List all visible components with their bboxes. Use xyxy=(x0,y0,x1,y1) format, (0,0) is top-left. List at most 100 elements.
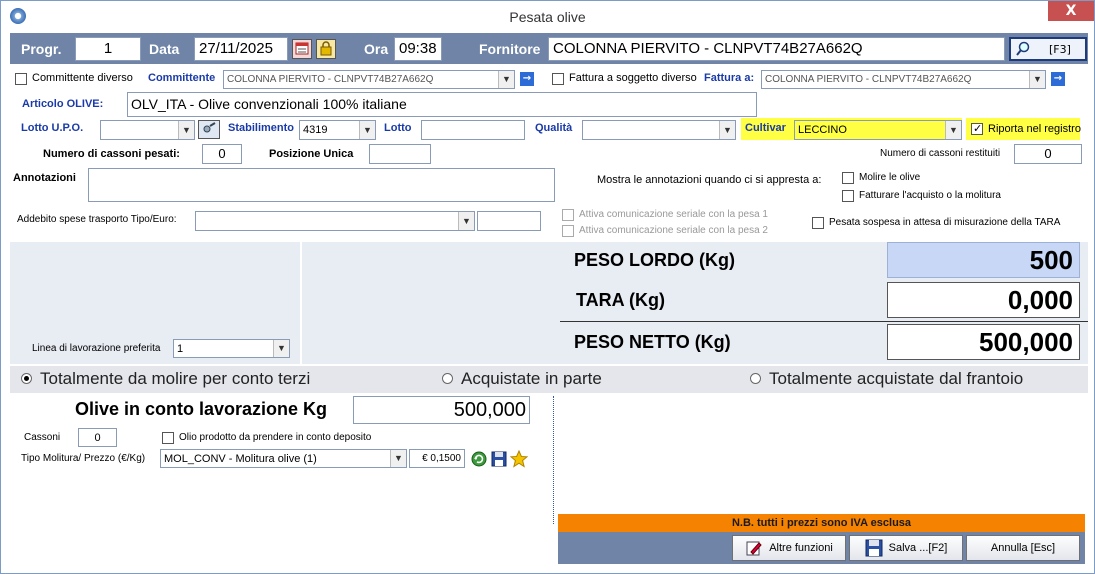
chevron-down-icon[interactable]: ▼ xyxy=(719,121,735,139)
cassoni-input[interactable]: 0 xyxy=(78,428,117,447)
prezzo-input[interactable]: € 0,1500 xyxy=(409,449,465,468)
posizione-unica-input[interactable] xyxy=(369,144,431,164)
chevron-down-icon[interactable]: ▼ xyxy=(273,340,289,357)
olio-deposito-checkbox[interactable] xyxy=(162,432,174,444)
chevron-down-icon[interactable]: ▼ xyxy=(1029,71,1045,88)
fattura-a-label: Fattura a: xyxy=(704,72,755,84)
iva-note-bar: N.B. tutti i prezzi sono IVA esclusa xyxy=(558,514,1085,532)
lock-icon[interactable] xyxy=(316,39,336,59)
close-button[interactable]: X xyxy=(1048,1,1094,21)
posizione-unica-label: Posizione Unica xyxy=(269,148,354,160)
peso-lordo-input[interactable]: 500 xyxy=(887,242,1080,278)
save-disk-icon[interactable] xyxy=(491,451,507,470)
center-grey-panel xyxy=(302,242,545,364)
chevron-down-icon[interactable]: ▼ xyxy=(945,121,961,139)
tara-input[interactable]: 0,000 xyxy=(887,282,1080,318)
progr-input[interactable]: 1 xyxy=(75,37,141,61)
tipo-molitura-value: MOL_CONV - Molitura olive (1) xyxy=(164,453,317,465)
radio-conto-terzi-label[interactable]: Totalmente da molire per conto terzi xyxy=(40,369,310,389)
linea-combo[interactable]: 1 ▼ xyxy=(173,339,290,358)
cassoni-restituiti-label: Numero di cassoni restituiti xyxy=(880,148,1001,159)
pesa1-checkbox[interactable] xyxy=(562,209,574,221)
addebito-euro-input[interactable] xyxy=(477,211,541,231)
mostra-annotazioni-label: Mostra le annotazioni quando ci si appre… xyxy=(597,174,822,186)
qualita-label: Qualità xyxy=(535,122,573,134)
addebito-label: Addebito spese trasporto Tipo/Euro: xyxy=(17,214,177,225)
lotto-upo-label: Lotto U.P.O. xyxy=(21,122,84,134)
star-icon[interactable] xyxy=(509,449,529,471)
fornitore-input[interactable]: COLONNA PIERVITO - CLNPVT74B27A662Q xyxy=(548,37,1005,61)
annulla-label: Annulla [Esc] xyxy=(990,542,1056,554)
cassoni-pesati-input[interactable]: 0 xyxy=(202,144,242,164)
ora-input[interactable]: 09:38 xyxy=(394,37,442,61)
radio-acquistate-parte-label[interactable]: Acquistate in parte xyxy=(461,369,602,389)
calendar-icon[interactable] xyxy=(292,39,312,59)
radio-acquistate-parte[interactable] xyxy=(442,373,453,384)
altre-funzioni-button[interactable]: Altre funzioni xyxy=(732,535,846,561)
fattura-a-combo[interactable]: COLONNA PIERVITO - CLNPVT74B27A662Q ▼ xyxy=(761,70,1046,89)
pesata-sospesa-checkbox[interactable] xyxy=(812,217,824,229)
chevron-down-icon[interactable]: ▼ xyxy=(359,121,375,139)
radio-acquistate-frantoio[interactable] xyxy=(750,373,761,384)
committente-diverso-label: Committente diverso xyxy=(32,72,133,84)
pesa2-checkbox[interactable] xyxy=(562,225,574,237)
search-fornitore-button[interactable]: [F3] xyxy=(1009,37,1087,61)
refresh-icon[interactable] xyxy=(471,451,487,470)
fattura-soggetto-checkbox[interactable] xyxy=(552,73,564,85)
committente-label: Committente xyxy=(148,72,216,84)
cultivar-combo[interactable]: LECCINO ▼ xyxy=(794,120,962,140)
radio-bar: Totalmente da molire per conto terzi Acq… xyxy=(10,366,1088,393)
pesata-sospesa-label: Pesata sospesa in attesa di misurazione … xyxy=(829,217,1061,228)
radio-acquistate-frantoio-label[interactable]: Totalmente acquistate dal frantoio xyxy=(769,369,1023,389)
annotazioni-label: Annotazioni xyxy=(13,172,76,184)
salva-label: Salva ...[F2] xyxy=(888,542,948,554)
chevron-down-icon[interactable]: ▼ xyxy=(178,121,194,139)
vertical-dotted-divider xyxy=(553,396,554,524)
lotto-upo-combo[interactable]: ▼ xyxy=(100,120,195,140)
qualita-combo[interactable]: ▼ xyxy=(582,120,736,140)
cassoni-restituiti-input[interactable]: 0 xyxy=(1014,144,1082,164)
olive-lavorazione-input[interactable]: 500,000 xyxy=(353,396,530,424)
lotto-upo-tool-icon[interactable] xyxy=(198,120,220,139)
stabilimento-label: Stabilimento xyxy=(228,122,295,134)
ora-label: Ora xyxy=(364,41,389,57)
articolo-input[interactable]: OLV_ITA - Olive convenzionali 100% itali… xyxy=(127,92,757,117)
salva-button[interactable]: Salva ...[F2] xyxy=(849,535,963,561)
altre-funzioni-label: Altre funzioni xyxy=(769,542,833,554)
linea-label: Linea di lavorazione preferita xyxy=(32,343,161,354)
chevron-down-icon[interactable]: ▼ xyxy=(458,212,474,230)
lotto-input[interactable] xyxy=(421,120,525,140)
cultivar-value: LECCINO xyxy=(798,124,847,136)
f3-label: [F3] xyxy=(1049,43,1071,56)
radio-conto-terzi[interactable] xyxy=(21,373,32,384)
data-input[interactable]: 27/11/2025 xyxy=(194,37,288,61)
olive-lavorazione-label: Olive in conto lavorazione Kg xyxy=(75,399,328,419)
linea-value: 1 xyxy=(177,343,184,355)
pesa2-label: Attiva comunicazione seriale con la pesa… xyxy=(579,225,768,236)
committente-diverso-checkbox[interactable] xyxy=(15,73,27,85)
chevron-down-icon[interactable]: ▼ xyxy=(390,450,406,467)
committente-combo[interactable]: COLONNA PIERVITO - CLNPVT74B27A662Q ▼ xyxy=(223,70,515,89)
addebito-tipo-combo[interactable]: ▼ xyxy=(195,211,475,231)
floppy-icon xyxy=(865,539,883,557)
riporta-registro-checkbox[interactable]: ✓ xyxy=(971,123,983,135)
committente-go-icon[interactable]: → xyxy=(520,72,534,86)
radio-selected-dot xyxy=(24,376,29,381)
fattura-soggetto-label: Fattura a soggetto diverso xyxy=(569,72,697,84)
cassoni-label: Cassoni xyxy=(24,432,61,443)
data-label: Data xyxy=(149,41,180,57)
tara-label: TARA (Kg) xyxy=(576,290,665,310)
fattura-a-go-icon[interactable]: → xyxy=(1051,72,1065,86)
stabilimento-combo[interactable]: 4319 ▼ xyxy=(299,120,376,140)
progr-label: Progr. xyxy=(21,41,62,57)
annotazioni-textarea[interactable] xyxy=(88,168,555,202)
tipo-molitura-combo[interactable]: MOL_CONV - Molitura olive (1) ▼ xyxy=(160,449,407,468)
annulla-button[interactable]: Annulla [Esc] xyxy=(966,535,1080,561)
magnifier-icon xyxy=(1016,41,1030,56)
peso-netto-input[interactable]: 500,000 xyxy=(887,324,1080,360)
articolo-label: Articolo OLIVE: xyxy=(22,98,104,110)
fatturare-checkbox[interactable] xyxy=(842,190,854,202)
lotto-label: Lotto xyxy=(384,122,412,134)
chevron-down-icon[interactable]: ▼ xyxy=(498,71,514,88)
molire-checkbox[interactable] xyxy=(842,172,854,184)
